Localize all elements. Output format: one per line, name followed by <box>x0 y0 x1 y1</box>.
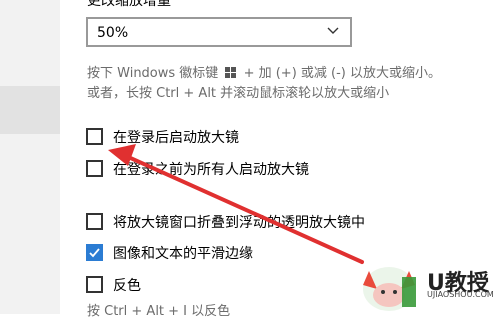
hint-prefix: 按下 Windows 徽标键 <box>87 66 219 81</box>
zoom-increment-value: 50% <box>97 25 129 41</box>
windows-logo-icon <box>225 67 237 78</box>
checkmark-icon <box>89 248 100 258</box>
invert-shortcut-hint: 按 Ctrl + Alt + I 以反色 <box>87 304 231 319</box>
left-nav-selected-item[interactable] <box>0 86 60 134</box>
shortcut-hint-line-2: 或者，长按 Ctrl + Alt 并滚动鼠标滚轮以放大或缩小 <box>87 86 390 101</box>
chevron-down-icon <box>327 27 339 34</box>
invert-colors-label: 反色 <box>113 278 141 294</box>
collapse-to-lens-checkbox[interactable] <box>86 213 103 230</box>
start-before-signin-label: 在登录之前为所有人启动放大镜 <box>113 162 309 178</box>
collapse-to-lens-label: 将放大镜窗口折叠到浮动的透明放大镜中 <box>113 215 365 231</box>
smooth-edges-checkbox[interactable] <box>86 244 103 261</box>
start-before-signin-checkbox[interactable] <box>86 160 103 177</box>
zoom-increment-heading: 更改缩放增量 <box>87 0 171 9</box>
watermark-subtext: UJIAOSHOU.COM <box>427 290 494 299</box>
start-after-signin-label: 在登录后启动放大镜 <box>113 130 239 146</box>
smooth-edges-label: 图像和文本的平滑边缘 <box>113 246 253 262</box>
hint-suffix: + 加 (+) 或减 (-) 以放大或缩小。 <box>243 66 442 81</box>
shortcut-hint-line-1: 按下 Windows 徽标键 + 加 (+) 或减 (-) 以放大或缩小。 <box>87 62 441 81</box>
invert-colors-checkbox[interactable] <box>86 276 103 293</box>
start-after-signin-checkbox[interactable] <box>86 128 103 145</box>
zoom-increment-select[interactable]: 50% <box>86 17 352 47</box>
left-nav-panel <box>0 0 60 314</box>
